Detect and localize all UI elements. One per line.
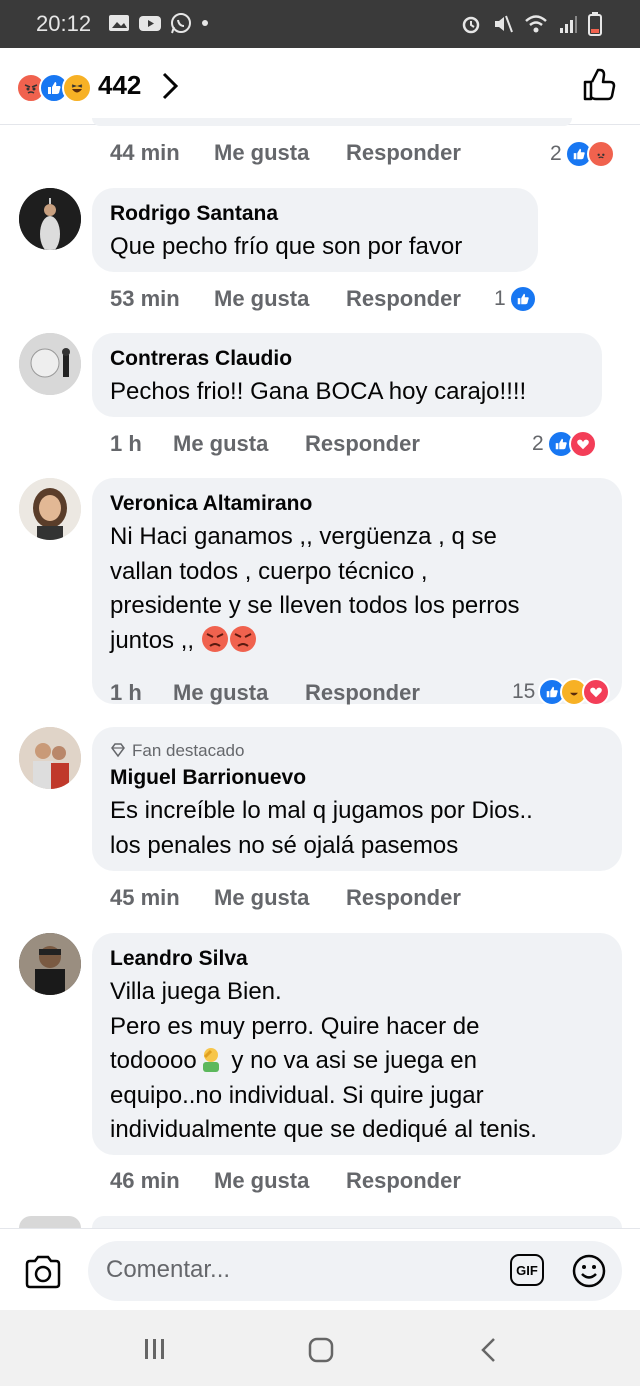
angry-face-emoji-icon: [201, 625, 228, 652]
comment-text: Que pecho frío que son por favor: [110, 233, 463, 260]
comment-reply-button[interactable]: Responder: [346, 885, 461, 911]
recent-apps-icon[interactable]: [142, 1336, 168, 1362]
mute-icon: [495, 15, 513, 33]
emoji-smile-icon[interactable]: [572, 1254, 606, 1288]
haha-reaction-icon: [62, 73, 92, 103]
comments-sheet: 442 44 min Me gusta Responder 2 Rodrigo …: [0, 48, 640, 1310]
avatar[interactable]: [19, 727, 81, 789]
comment-text-fragment: y no va asi se juega en: [224, 1047, 477, 1074]
avatar[interactable]: [19, 1216, 81, 1228]
reactions-summary[interactable]: [16, 73, 92, 103]
comment-text-fragment: todoooo: [110, 1047, 197, 1074]
comment-author[interactable]: Miguel Barrionuevo: [110, 766, 306, 790]
comment-author[interactable]: Leandro Silva: [110, 947, 248, 971]
comment-reply-button[interactable]: Responder: [305, 680, 420, 706]
battery-low-icon: [588, 12, 602, 36]
comment-like-button[interactable]: Me gusta: [214, 140, 309, 166]
comment-text-line: todoooo y no va asi se juega en: [110, 1044, 620, 1079]
comment-text-line: equipo..no individual. Si quire jugar: [110, 1081, 484, 1109]
comment-reply-button[interactable]: Responder: [305, 431, 420, 457]
comment-author[interactable]: Contreras Claudio: [110, 347, 292, 371]
fan-badge-label: Fan destacado: [132, 741, 245, 760]
angry-reaction-icon: [586, 140, 615, 168]
avatar[interactable]: [19, 478, 81, 540]
comment-input[interactable]: Comentar... GIF: [88, 1241, 622, 1301]
comment-time: 53 min: [110, 286, 180, 311]
comment-text-content: Ni Haci ganamos ,, vergüenza , q se vall…: [110, 523, 520, 654]
love-reaction-icon: [568, 430, 597, 458]
comment-text: Es increíble lo mal q jugamos por Dios..…: [110, 797, 533, 859]
wifi-icon: [525, 15, 547, 33]
comment-text: Ni Haci ganamos ,, vergüenza , q se vall…: [110, 520, 610, 658]
avatar[interactable]: [19, 333, 81, 395]
comment-time: 1 h: [110, 680, 142, 705]
reaction-number: 15: [512, 680, 536, 703]
comment-reaction-count[interactable]: 2: [550, 140, 615, 168]
comment-reply-button[interactable]: Responder: [346, 1168, 461, 1194]
reactions-header: 442: [0, 48, 640, 125]
comment-composer: Comentar... GIF: [0, 1228, 640, 1311]
like-reaction-icon: [508, 285, 537, 313]
comment-bubble[interactable]: [92, 1216, 622, 1228]
comment-text: Pechos frio!! Gana BOCA hoy carajo!!!!: [110, 378, 527, 405]
comment-text-line: Pero es muy perro. Quire hacer de: [110, 1012, 480, 1040]
back-icon[interactable]: [478, 1336, 500, 1364]
reaction-number: 2: [550, 142, 562, 165]
comment-text: Villa juega Bien. Pero es muy perro. Qui…: [110, 975, 620, 1148]
gallery-notification-icon: [109, 15, 129, 31]
comment-author[interactable]: Veronica Altamirano: [110, 492, 312, 516]
reaction-number: 1: [494, 287, 506, 310]
home-icon[interactable]: [307, 1336, 335, 1364]
comment-input-placeholder: Comentar...: [106, 1256, 231, 1283]
avatar[interactable]: [19, 933, 81, 995]
comment-text-line: individualmente que se dediqué al tenis.: [110, 1116, 537, 1143]
comment-reply-button[interactable]: Responder: [346, 140, 461, 166]
man-facepalming-emoji-icon: [202, 1048, 219, 1072]
alarm-icon: [462, 16, 480, 34]
comment-like-button[interactable]: Me gusta: [173, 431, 268, 457]
comment-reply-button[interactable]: Responder: [346, 286, 461, 312]
chevron-right-icon[interactable]: [160, 70, 180, 102]
whatsapp-notification-icon: [171, 13, 191, 34]
reaction-number: 2: [532, 432, 544, 455]
status-time: 20:12: [36, 11, 92, 36]
youtube-notification-icon: [139, 16, 161, 31]
reaction-count[interactable]: 442: [98, 70, 141, 101]
comment-time: 46 min: [110, 1168, 180, 1193]
angry-face-emoji-icon: [229, 625, 256, 652]
comment-like-button[interactable]: Me gusta: [214, 885, 309, 911]
fan-badge-icon: [111, 743, 125, 758]
comment-time: 44 min: [110, 140, 180, 165]
comment-author[interactable]: Rodrigo Santana: [110, 202, 278, 226]
comment-like-button[interactable]: Me gusta: [173, 680, 268, 706]
status-bar: 20:12: [0, 0, 640, 48]
signal-icon: [560, 16, 577, 33]
more-notifications-dot-icon: [202, 20, 208, 26]
comment-text-line: Villa juega Bien.: [110, 978, 282, 1005]
comment-time: 1 h: [110, 431, 142, 456]
comment-time: 45 min: [110, 885, 180, 910]
comment-bubble: [92, 118, 572, 126]
love-reaction-icon: [582, 678, 611, 706]
avatar[interactable]: [19, 188, 81, 250]
gif-label: GIF: [516, 1262, 538, 1278]
comment-reaction-count[interactable]: 15: [512, 678, 611, 706]
camera-icon[interactable]: [24, 1255, 62, 1289]
android-nav-bar: [0, 1310, 640, 1386]
comment-like-button[interactable]: Me gusta: [214, 286, 309, 312]
comment-reaction-count[interactable]: 1: [494, 285, 537, 313]
gif-button[interactable]: GIF: [510, 1254, 544, 1286]
thumbs-up-outline-icon[interactable]: [582, 68, 616, 102]
comment-like-button[interactable]: Me gusta: [214, 1168, 309, 1194]
comment-reaction-count[interactable]: 2: [532, 430, 597, 458]
